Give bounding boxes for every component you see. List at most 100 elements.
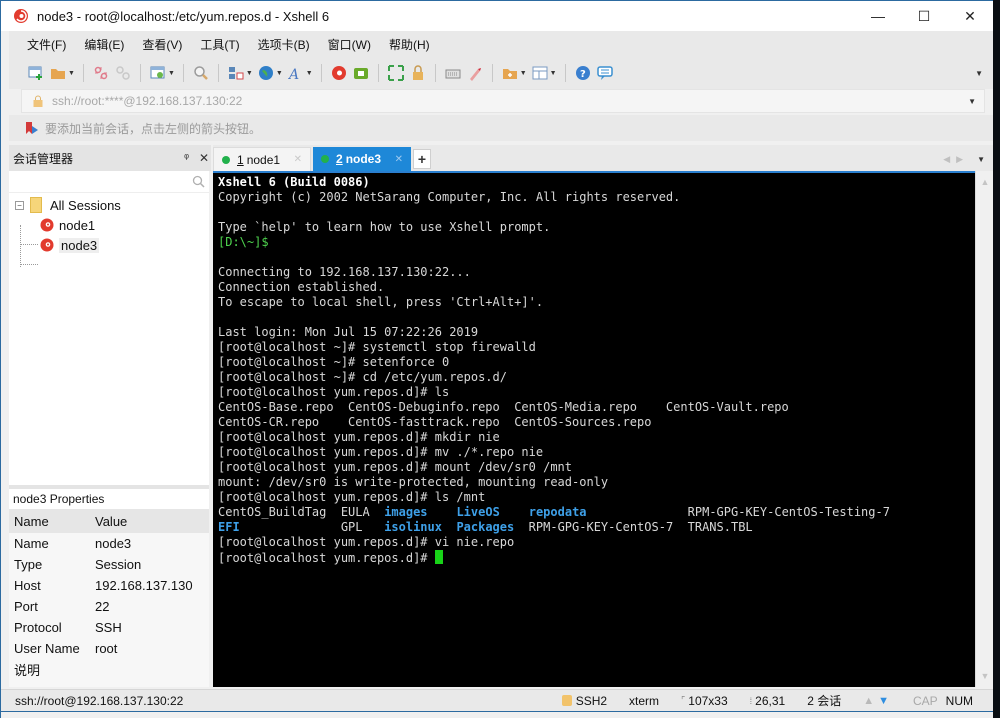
property-name: 说明: [14, 663, 41, 678]
session-search-input[interactable]: [9, 171, 209, 193]
terminal-line: [root@localhost ~]# setenforce 0: [218, 355, 450, 369]
property-value: SSH: [95, 620, 122, 635]
toolbar-separator: [434, 64, 436, 82]
terminal-line: mount: /dev/sr0 is write-protected, moun…: [218, 475, 609, 489]
close-button[interactable]: ✕: [947, 1, 993, 31]
status-connection: ssh://root@192.168.137.130:22: [15, 693, 184, 708]
lock-icon[interactable]: [407, 62, 429, 84]
tab-folder-dropdown-arrow[interactable]: ▼: [520, 70, 527, 77]
tab-list-dropdown-icon[interactable]: ▼: [977, 155, 985, 164]
new-tab-folder-icon[interactable]: [499, 62, 521, 84]
fullscreen-icon[interactable]: [385, 62, 407, 84]
menu-window[interactable]: 窗口(W): [328, 36, 371, 53]
upload-arrow-icon[interactable]: ▲: [863, 695, 874, 707]
keyboard-icon[interactable]: [442, 62, 464, 84]
disconnect-icon[interactable]: [90, 62, 112, 84]
tab-scroll-left-icon[interactable]: ◀: [943, 154, 950, 165]
new-tab-button[interactable]: +: [413, 149, 431, 169]
toolbar-separator: [139, 64, 141, 82]
tree-item-node3[interactable]: node3: [9, 235, 209, 255]
open-dropdown-arrow[interactable]: ▼: [68, 70, 75, 77]
session-properties-icon[interactable]: [147, 62, 169, 84]
collapse-icon[interactable]: −: [15, 200, 24, 210]
menu-tools[interactable]: 工具(T): [200, 36, 239, 53]
menu-file[interactable]: 文件(F): [27, 36, 66, 53]
open-folder-icon[interactable]: [47, 62, 69, 84]
search-icon[interactable]: [192, 175, 205, 188]
toolbar-overflow-arrow[interactable]: ▼: [975, 69, 983, 78]
globe-icon[interactable]: [255, 62, 277, 84]
column-header-value[interactable]: Value: [89, 514, 127, 529]
tab-node3[interactable]: 2 node3 ✕: [313, 147, 411, 171]
terminal-line: [D:\~]$: [218, 235, 269, 249]
session-manager-header: 会话管理器 ᵠ ✕: [9, 145, 211, 171]
tree-item-all-sessions[interactable]: − All Sessions: [9, 195, 209, 215]
xftp-icon[interactable]: [350, 62, 372, 84]
property-name: User Name: [14, 641, 80, 656]
download-arrow-icon[interactable]: ▼: [878, 695, 889, 707]
property-name: Host: [14, 578, 41, 593]
property-name: Protocol: [14, 620, 62, 635]
lock-icon: [33, 95, 43, 107]
directory-entry: isolinux: [384, 520, 442, 534]
globe-dropdown-arrow[interactable]: ▼: [276, 70, 283, 77]
reconnect-icon[interactable]: [112, 62, 134, 84]
split-layout-icon[interactable]: [529, 62, 551, 84]
address-bar[interactable]: ssh://root:****@192.168.137.130:22 ▼: [21, 89, 985, 113]
session-manager-close-icon[interactable]: ✕: [199, 151, 209, 165]
terminal-scrollbar[interactable]: ▲ ▼: [975, 171, 993, 687]
layout-dropdown-arrow[interactable]: ▼: [246, 70, 253, 77]
layout-icon[interactable]: [225, 62, 247, 84]
terminal-line: Type `help' to learn how to use Xshell p…: [218, 220, 551, 234]
xshell-icon[interactable]: [328, 62, 350, 84]
font-dropdown-arrow[interactable]: ▼: [306, 70, 313, 77]
terminal-line: [root@localhost yum.repos.d]# vi nie.rep…: [218, 535, 515, 549]
tab-label: node3: [345, 152, 382, 166]
terminal-line: [root@localhost yum.repos.d]# mkdir nie: [218, 430, 500, 444]
maximize-button[interactable]: ☐: [901, 1, 947, 31]
scroll-up-icon[interactable]: ▲: [976, 173, 994, 191]
find-icon[interactable]: [190, 62, 212, 84]
address-value[interactable]: ssh://root:****@192.168.137.130:22: [52, 94, 242, 108]
highlight-icon[interactable]: [464, 62, 486, 84]
tab-number: 2: [336, 152, 343, 166]
toolbar: ▼ ▼ ▼ ▼ A ▼ ▼ ▼ ? ▼: [9, 57, 993, 89]
tab-close-icon[interactable]: ✕: [395, 154, 403, 165]
terminal-line: To escape to local shell, press 'Ctrl+Al…: [218, 295, 544, 309]
xshell-window: node3 - root@localhost:/etc/yum.repos.d …: [0, 0, 993, 718]
chat-icon[interactable]: [594, 62, 616, 84]
split-dropdown-arrow[interactable]: ▼: [550, 70, 557, 77]
menu-view[interactable]: 查看(V): [142, 36, 182, 53]
properties-dropdown-arrow[interactable]: ▼: [168, 70, 175, 77]
size-text: 107x33: [688, 693, 728, 708]
tab-close-icon[interactable]: ✕: [294, 154, 302, 165]
directory-entry: repodata: [528, 505, 587, 519]
menu-tab[interactable]: 选项卡(B): [258, 36, 310, 53]
help-icon[interactable]: ?: [572, 62, 594, 84]
property-value: root: [95, 641, 118, 656]
scroll-down-icon[interactable]: ▼: [976, 667, 994, 685]
cursor-position-icon: ⁞: [749, 695, 753, 706]
terminal-cursor: [434, 550, 443, 564]
pin-icon[interactable]: ᵠ: [184, 152, 189, 164]
column-header-name[interactable]: Name: [9, 514, 89, 529]
add-session-arrow-icon[interactable]: [25, 121, 39, 135]
tab-navigation: ◀ ▶ ▼: [937, 147, 985, 171]
toolbar-separator: [320, 64, 322, 82]
address-dropdown-arrow[interactable]: ▼: [968, 97, 976, 106]
font-icon[interactable]: A: [285, 62, 307, 84]
desktop-background: [993, 0, 1000, 718]
window-title: node3 - root@localhost:/etc/yum.repos.d …: [37, 8, 330, 24]
minimize-button[interactable]: —: [855, 1, 901, 31]
tree-item-node1[interactable]: node1: [9, 215, 209, 235]
file-entry: CentOS_BuildTag: [218, 505, 341, 519]
new-session-icon[interactable]: [25, 62, 47, 84]
directory-entry: Packages: [456, 520, 515, 534]
file-entry: RPM-GPG-KEY-CentOS-7 TRANS.TBL: [514, 520, 753, 534]
tab-node1[interactable]: 1 node1 ✕: [213, 147, 311, 171]
terminal[interactable]: Xshell 6 (Build 0086) Copyright (c) 2002 …: [213, 171, 975, 687]
menu-edit[interactable]: 编辑(E): [84, 36, 124, 53]
tab-scroll-right-icon[interactable]: ▶: [956, 154, 963, 165]
menu-help[interactable]: 帮助(H): [389, 36, 430, 53]
